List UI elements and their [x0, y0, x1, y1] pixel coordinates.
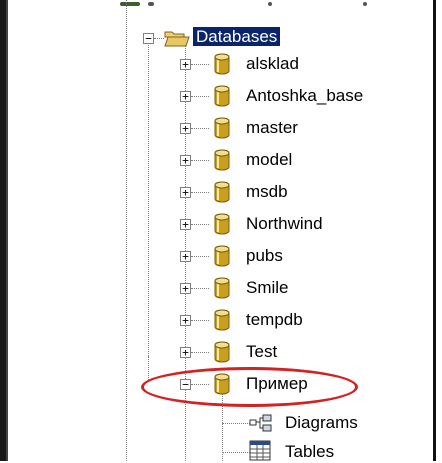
database-icon	[213, 117, 231, 139]
expand-toggle[interactable]: +	[180, 347, 191, 358]
expand-toggle[interactable]: +	[180, 155, 191, 166]
tree-guide-line	[148, 38, 149, 356]
tree-guide-line	[191, 128, 209, 129]
tree-guide-line	[191, 160, 209, 161]
database-icon	[213, 213, 231, 235]
database-icon	[213, 341, 231, 363]
databases-label: Databases	[193, 27, 281, 46]
window-left-inner-border	[6, 0, 12, 461]
tree-guide-line	[191, 96, 209, 97]
database-label[interactable]: Northwind	[246, 213, 323, 235]
tables-node[interactable]: Tables	[285, 441, 334, 463]
expand-toggle[interactable]: +	[180, 123, 191, 134]
expand-toggle[interactable]: +	[180, 283, 191, 294]
tree-guide-line	[126, 0, 127, 461]
databases-node[interactable]: Databases	[193, 26, 281, 48]
expand-toggle[interactable]: +	[180, 187, 191, 198]
tree-guide-line	[191, 288, 209, 289]
expand-toggle[interactable]: +	[180, 219, 191, 230]
tree-guide-line	[191, 320, 209, 321]
tree-guide-line	[148, 356, 149, 380]
database-label[interactable]: master	[246, 117, 298, 139]
tree-view[interactable]: − Databases + alsklad + Antoshka_base + maste…	[0, 0, 442, 461]
tree-guide-line	[191, 64, 209, 65]
database-label[interactable]: Smile	[246, 277, 289, 299]
database-icon	[213, 181, 231, 203]
open-folder-icon	[164, 31, 190, 47]
tree-guide-line	[191, 256, 209, 257]
database-label[interactable]: model	[246, 149, 292, 171]
window-right-border	[433, 0, 436, 461]
tree-guide-line	[191, 192, 209, 193]
database-label[interactable]: Test	[246, 341, 277, 363]
expand-toggle[interactable]: +	[180, 91, 191, 102]
highlight-ellipse	[141, 367, 358, 407]
expand-toggle[interactable]: +	[180, 315, 191, 326]
diagrams-node[interactable]: Diagrams	[285, 412, 358, 434]
clipped-parent-node	[108, 0, 408, 8]
tree-guide-line	[191, 224, 209, 225]
database-label[interactable]: pubs	[246, 245, 283, 267]
database-icon	[213, 245, 231, 267]
tree-guide-line	[222, 452, 252, 453]
tree-guide-line	[191, 352, 209, 353]
databases-collapse-toggle[interactable]: −	[143, 33, 154, 44]
tree-guide-line	[222, 423, 252, 424]
database-icon	[213, 149, 231, 171]
database-label[interactable]: tempdb	[246, 309, 303, 331]
database-icon	[213, 309, 231, 331]
database-icon	[213, 53, 231, 75]
expand-toggle[interactable]: +	[180, 251, 191, 262]
database-label[interactable]: Antoshka_base	[246, 85, 363, 107]
database-icon	[213, 85, 231, 107]
expand-toggle[interactable]: +	[180, 59, 191, 70]
table-icon	[249, 440, 271, 461]
tree-guide-line	[154, 38, 164, 39]
database-label[interactable]: msdb	[246, 181, 288, 203]
diagram-icon	[249, 414, 272, 432]
database-icon	[213, 277, 231, 299]
database-label[interactable]: alsklad	[246, 53, 299, 75]
